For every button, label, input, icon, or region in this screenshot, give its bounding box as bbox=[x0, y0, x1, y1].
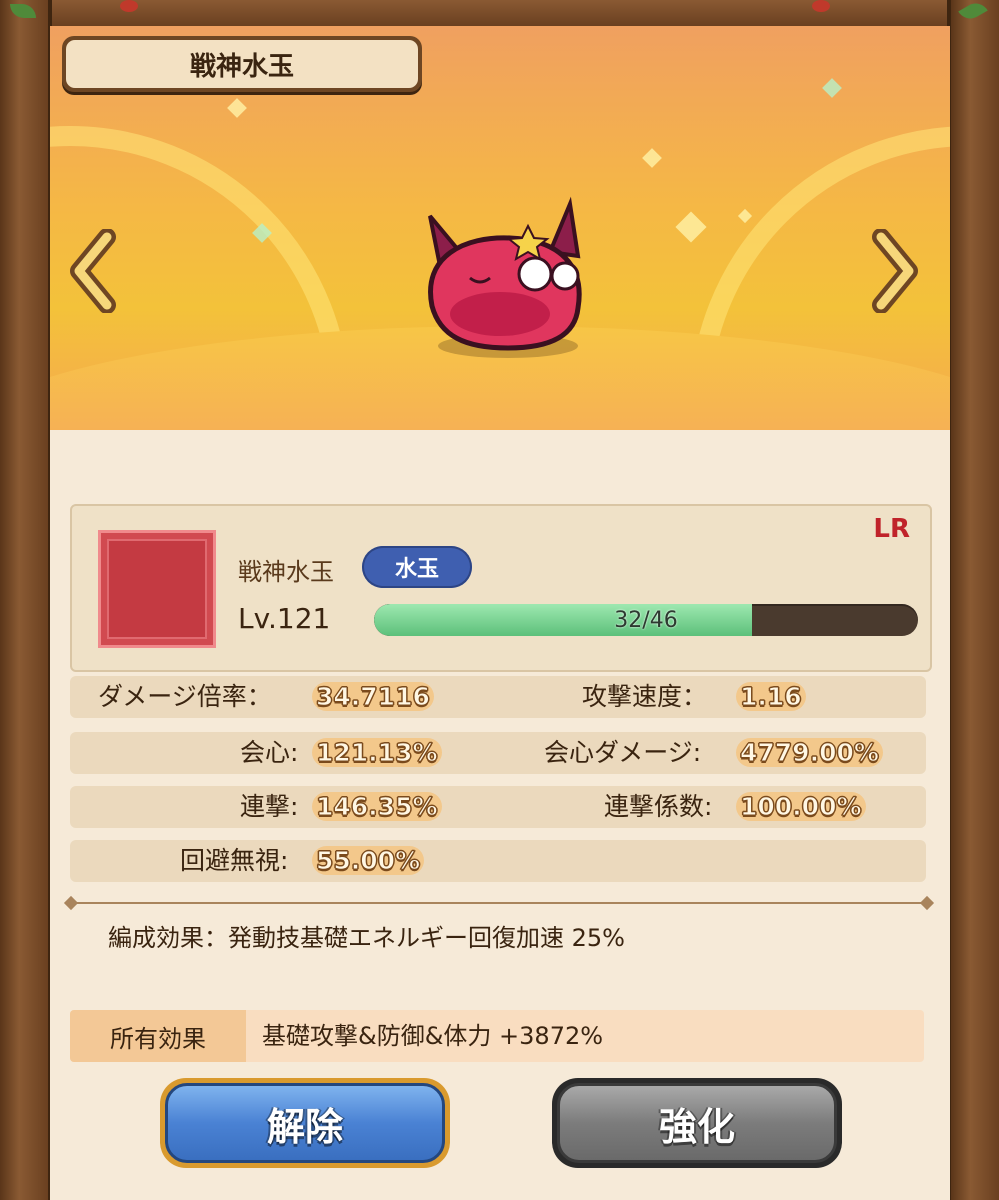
berry-decoration bbox=[120, 0, 138, 12]
crit-damage-number: 4779.00% bbox=[736, 738, 883, 768]
berry-decoration bbox=[812, 0, 830, 12]
stat-row: 連撃: 146.35% 連撃係数: 100.00% bbox=[70, 786, 926, 828]
attack-speed-value: 1.16 bbox=[736, 679, 806, 715]
character-banner: 戦神水玉 bbox=[50, 26, 950, 430]
ignore-evasion-value: 55.00% bbox=[312, 843, 425, 879]
formation-effect: 編成効果：発動技基礎エネルギー回復加速 25% bbox=[108, 924, 625, 952]
ignore-evasion-number: 55.00% bbox=[312, 846, 425, 876]
level-label: Lv.121 bbox=[238, 602, 331, 635]
attack-speed-label: 攻撃速度： bbox=[582, 682, 708, 711]
damage-rate-number: 34.7116 bbox=[312, 682, 434, 712]
wood-frame-top bbox=[0, 0, 999, 29]
chevron-left-icon bbox=[70, 229, 116, 313]
crit-value: 121.13% bbox=[312, 735, 442, 771]
crit-damage-label: 会心ダメージ: bbox=[544, 738, 702, 767]
type-badge: 水玉 bbox=[362, 546, 472, 588]
ignore-evasion-label: 回避無視: bbox=[180, 846, 289, 875]
rarity-label: LR bbox=[873, 514, 910, 544]
character-detail-panel: 戦神水玉 戦神水玉 水玉 Lv.121 32/46 LR ダメージ倍率： 34.… bbox=[50, 26, 950, 1200]
sparkle-icon bbox=[227, 98, 247, 118]
owned-effect-label: 所有効果 bbox=[70, 1010, 246, 1062]
combo-coef-value: 100.00% bbox=[736, 789, 866, 825]
combo-coef-label: 連撃係数: bbox=[604, 792, 713, 821]
damage-rate-value: 34.7116 bbox=[312, 679, 434, 715]
sparkle-icon bbox=[822, 78, 842, 98]
release-button-label: 解除 bbox=[165, 1083, 445, 1163]
divider bbox=[70, 902, 928, 904]
release-button[interactable]: 解除 bbox=[160, 1078, 450, 1168]
combo-label: 連撃: bbox=[240, 792, 299, 821]
owned-effect-row: 所有効果 基礎攻撃&防御&体力 +3872% bbox=[70, 1010, 924, 1062]
exp-bar: 32/46 bbox=[374, 604, 918, 636]
character-name: 戦神水玉 bbox=[238, 558, 334, 586]
stat-row: 回避無視: 55.00% bbox=[70, 840, 926, 882]
crit-damage-value: 4779.00% bbox=[736, 735, 883, 771]
pink-slime-icon bbox=[428, 196, 582, 358]
crit-label: 会心: bbox=[240, 738, 299, 767]
damage-rate-label: ダメージ倍率： bbox=[98, 682, 272, 711]
sparkle-icon bbox=[675, 211, 707, 243]
page-title: 戦神水玉 bbox=[66, 40, 418, 88]
prev-character-button[interactable] bbox=[64, 226, 124, 316]
character-thumbnail bbox=[98, 530, 216, 648]
combo-number: 146.35% bbox=[312, 792, 442, 822]
combo-coef-number: 100.00% bbox=[736, 792, 866, 822]
attack-speed-number: 1.16 bbox=[736, 682, 806, 712]
chevron-right-icon bbox=[872, 229, 918, 313]
character-info-card: 戦神水玉 水玉 Lv.121 32/46 LR bbox=[70, 504, 932, 672]
owned-effect-value: 基礎攻撃&防御&体力 +3872% bbox=[262, 1022, 604, 1050]
stat-row: ダメージ倍率： 34.7116 攻撃速度： 1.16 bbox=[70, 676, 926, 718]
stat-row: 会心: 121.13% 会心ダメージ: 4779.00% bbox=[70, 732, 926, 774]
upgrade-button[interactable]: 強化 bbox=[552, 1078, 842, 1168]
thumbnail-frame bbox=[107, 539, 207, 639]
upgrade-button-label: 強化 bbox=[557, 1083, 837, 1163]
sparkle-icon bbox=[737, 208, 753, 224]
crit-number: 121.13% bbox=[312, 738, 442, 768]
exp-text: 32/46 bbox=[614, 607, 678, 633]
next-character-button[interactable] bbox=[864, 226, 924, 316]
wood-frame-right bbox=[947, 0, 999, 1200]
wood-frame-left bbox=[0, 0, 52, 1200]
sparkle-icon bbox=[642, 148, 662, 168]
combo-value: 146.35% bbox=[312, 789, 442, 825]
title-plate: 戦神水玉 bbox=[62, 36, 422, 92]
